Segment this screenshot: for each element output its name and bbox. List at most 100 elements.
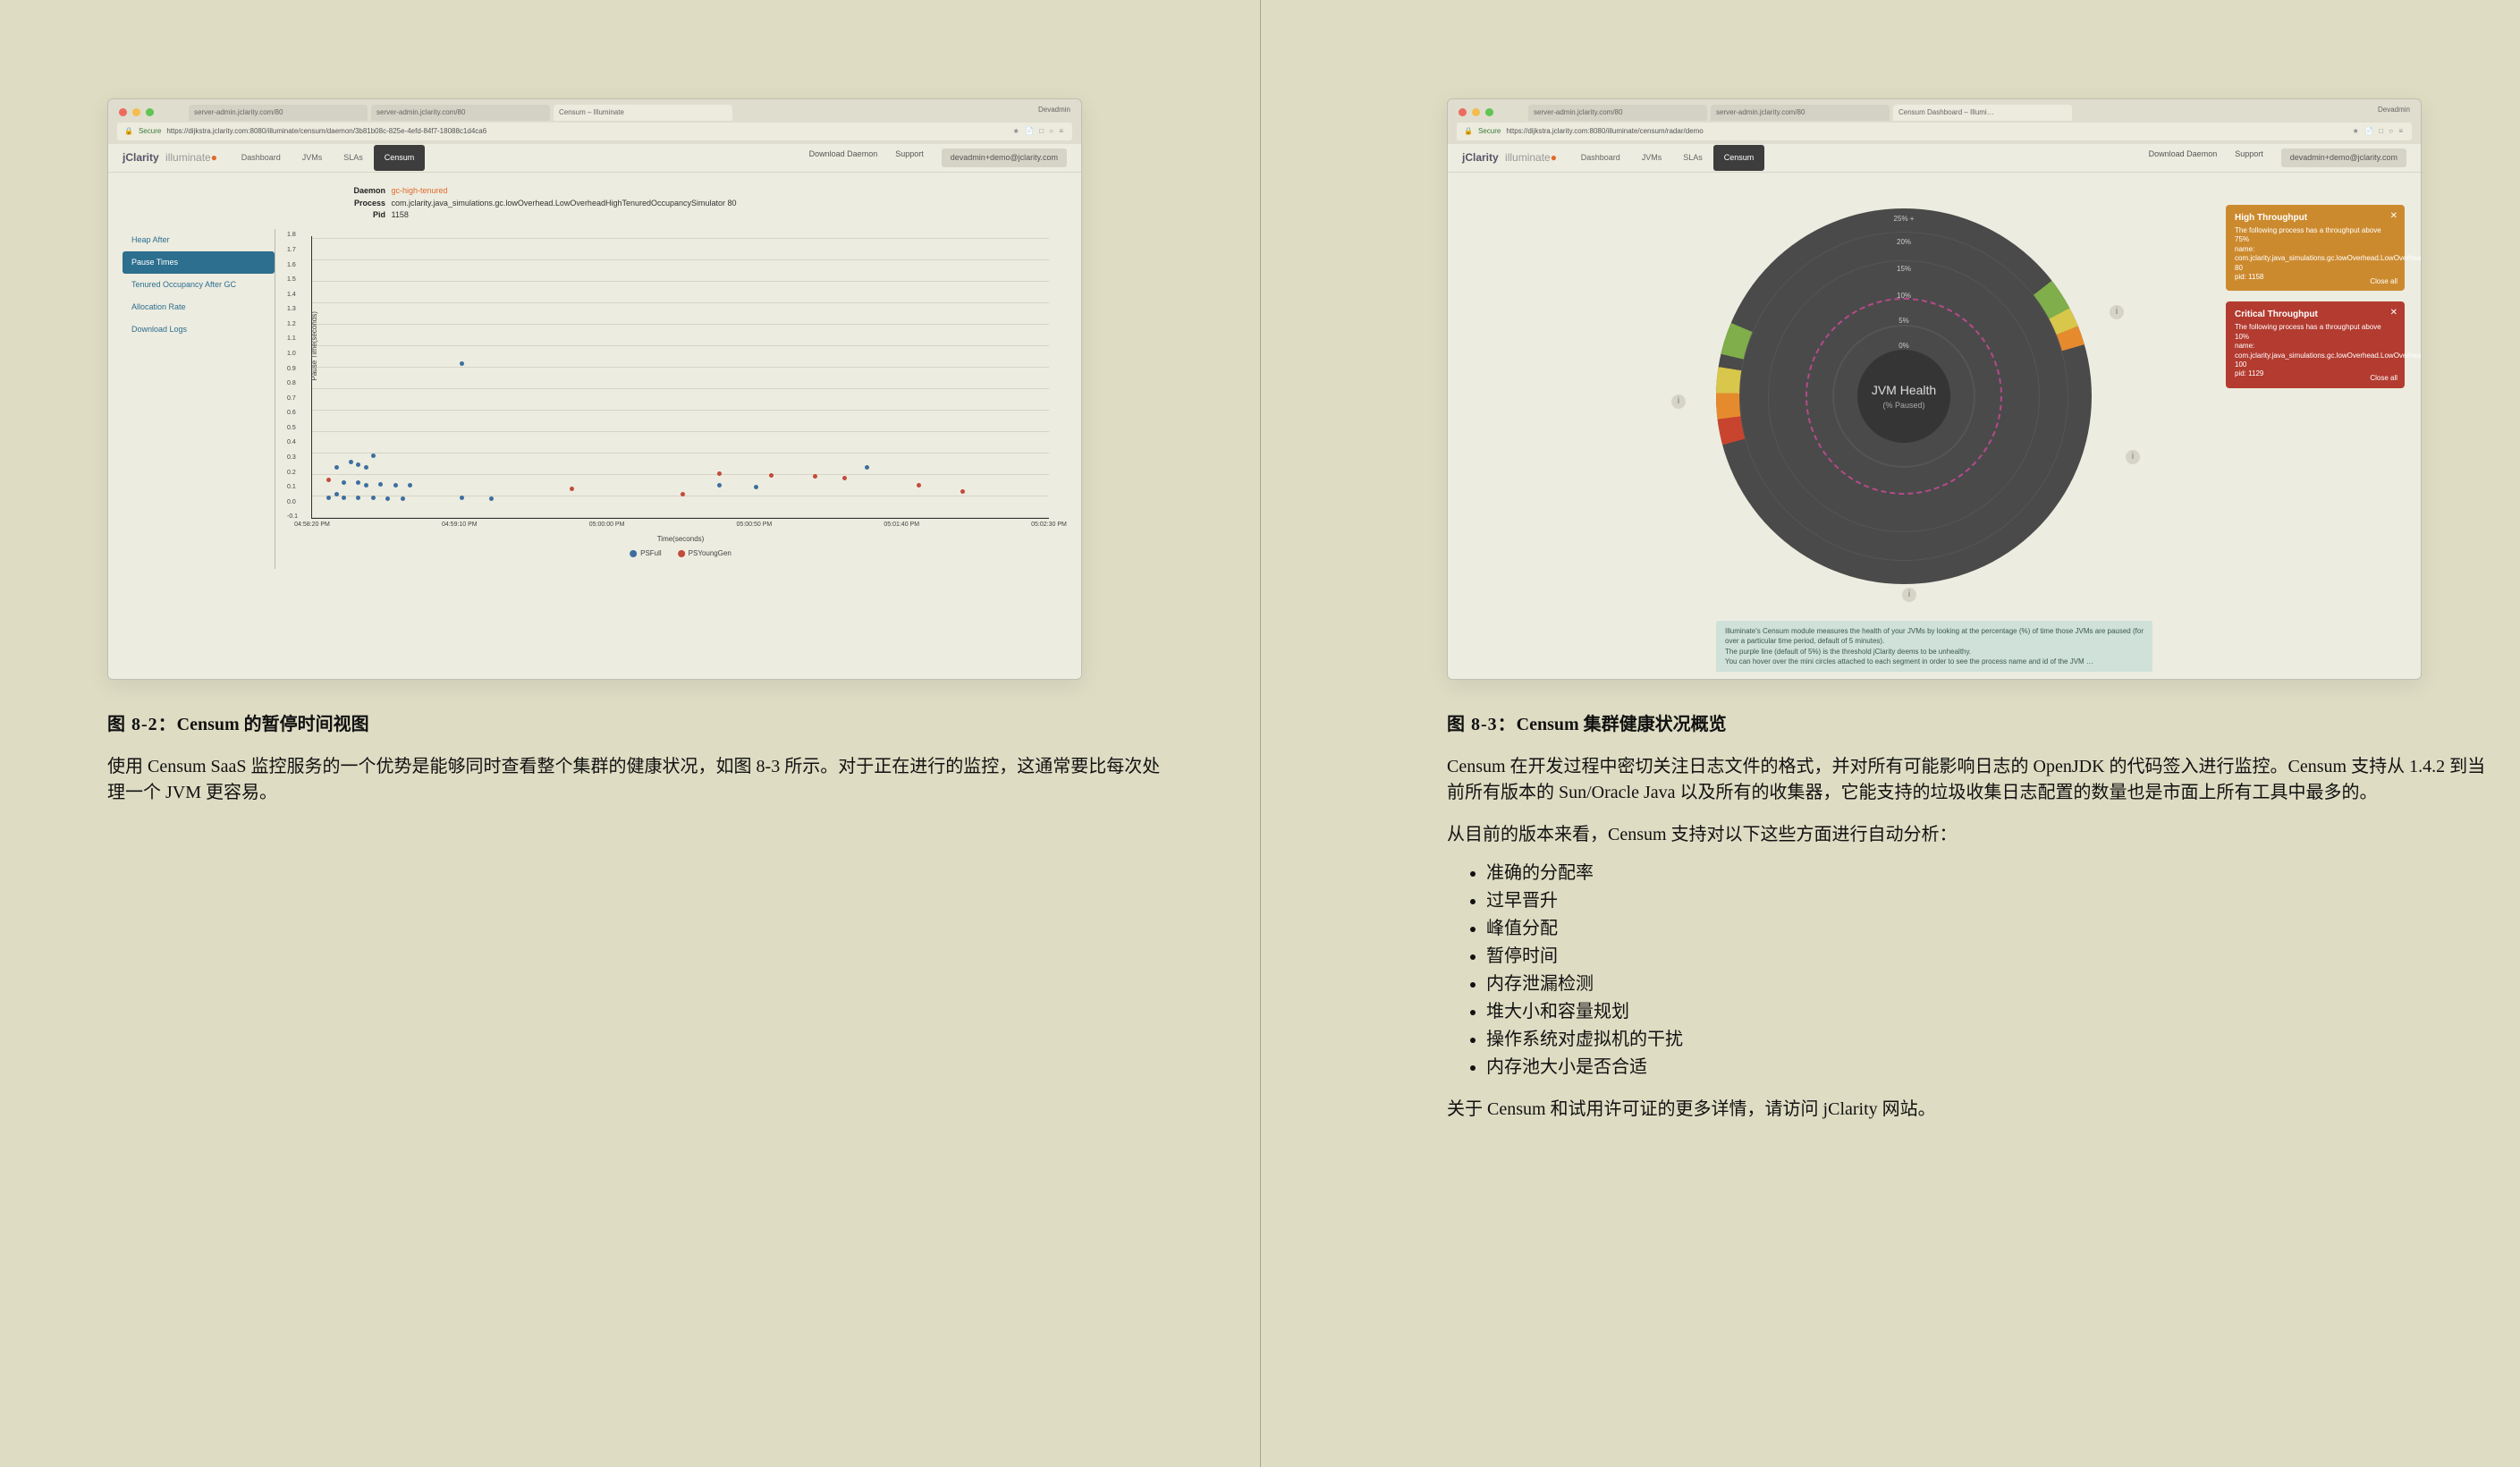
view-sidebar: Heap After Pause Times Tenured Occupancy… — [123, 229, 275, 569]
pct-label: 15% — [1897, 264, 1911, 275]
sidebar-item-heap-after[interactable]: Heap After — [123, 229, 275, 251]
list-item: 峰值分配 — [1486, 916, 2502, 942]
sidebar-item-download-logs[interactable]: Download Logs — [123, 318, 275, 341]
feature-list: 准确的分配率 过早晋升 峰值分配 暂停时间 内存泄漏检测 堆大小和容量规划 操作… — [1486, 861, 2502, 1081]
list-item: 操作系统对虚拟机的干扰 — [1486, 1027, 2502, 1053]
pct-label: 10% — [1897, 291, 1911, 301]
body-paragraph: 使用 Censum SaaS 监控服务的一个优势是能够同时查看整个集群的健康状况… — [107, 754, 1163, 806]
right-column: server-admin.jclarity.com/80 server-admi… — [1447, 0, 2502, 1123]
list-item: 内存池大小是否合适 — [1486, 1055, 2502, 1081]
pct-label: 25% + — [1894, 214, 1915, 225]
tab-censum[interactable]: Censum — [1713, 145, 1765, 171]
tab-slas[interactable]: SLAs — [1672, 145, 1713, 171]
close-icon[interactable]: ✕ — [2390, 210, 2397, 222]
page-divider — [1260, 0, 1261, 1467]
x-axis-label: Time(seconds) — [657, 534, 705, 545]
lock-icon: 🔒 — [1464, 126, 1473, 137]
close-icon[interactable]: ✕ — [2390, 307, 2397, 318]
alert-high-throughput: ✕ High Throughput The following process … — [2226, 205, 2405, 291]
url-text: https://dijkstra.jclarity.com:8080/illum… — [166, 126, 1007, 137]
browser-tabs: server-admin.jclarity.com/80 server-admi… — [1528, 105, 2349, 121]
nav-tabs: Dashboard JVMs SLAs Censum — [1570, 145, 1765, 171]
brand-logo: jClarity illuminate ● — [123, 150, 211, 165]
close-all-link[interactable]: Close all — [2370, 374, 2397, 383]
lock-icon: 🔒 — [124, 126, 133, 137]
left-column: server-admin.jclarity.com/80 server-admi… — [107, 0, 1163, 806]
process-value: com.jclarity.java_simulations.gc.lowOver… — [392, 199, 737, 208]
toolbar-icons: ★ 📄 □ ○ ≡ — [2353, 126, 2405, 137]
window-traffic-lights — [1459, 108, 1493, 116]
screenshot-8-3: server-admin.jclarity.com/80 server-admi… — [1447, 98, 2422, 680]
app-content: jClarity illuminate ● Dashboard JVMs SLA… — [1448, 144, 2421, 679]
list-item: 暂停时间 — [1486, 944, 2502, 970]
browser-tab-active[interactable]: Censum Dashboard – Illumi… — [1893, 105, 2072, 121]
info-panel: Illuminate's Censum module measures the … — [1716, 621, 2152, 672]
url-bar[interactable]: 🔒 Secure https://dijkstra.jclarity.com:8… — [117, 123, 1072, 140]
info-icon[interactable]: i — [1902, 588, 1916, 602]
link-download-daemon[interactable]: Download Daemon — [809, 148, 878, 167]
tab-censum[interactable]: Censum — [374, 145, 426, 171]
tab-jvms[interactable]: JVMs — [1631, 145, 1673, 171]
sidebar-item-alloc-rate[interactable]: Allocation Rate — [123, 296, 275, 318]
secure-label: Secure — [139, 126, 161, 137]
list-item: 内存泄漏检测 — [1486, 971, 2502, 997]
info-icon[interactable]: i — [2110, 305, 2124, 319]
link-support[interactable]: Support — [2235, 148, 2263, 167]
jvm-health-radial: JVM Health (% Paused) 25% + 20% 15% 10% … — [1716, 208, 2092, 584]
screenshot-8-2: server-admin.jclarity.com/80 server-admi… — [107, 98, 1082, 680]
url-text: https://dijkstra.jclarity.com:8080/illum… — [1506, 126, 2347, 137]
radial-hub: JVM Health (% Paused) — [1857, 350, 1950, 443]
tab-slas[interactable]: SLAs — [333, 145, 374, 171]
alert-critical-throughput: ✕ Critical Throughput The following proc… — [2226, 301, 2405, 387]
body-paragraph: 关于 Censum 和试用许可证的更多详情，请访问 jClarity 网站。 — [1447, 1097, 2502, 1123]
app-topbar: jClarity illuminate ● Dashboard JVMs SLA… — [1448, 144, 2421, 173]
user-menu[interactable]: devadmin+demo@jclarity.com — [2281, 148, 2406, 167]
window-traffic-lights — [119, 108, 154, 116]
list-item: 过早晋升 — [1486, 888, 2502, 914]
secure-label: Secure — [1478, 126, 1501, 137]
figure-caption-8-2: 图 8-2：Censum 的暂停时间视图 — [107, 712, 1163, 738]
list-item: 准确的分配率 — [1486, 861, 2502, 886]
daemon-link[interactable]: gc-high-tenured — [392, 186, 448, 195]
pause-time-chart: Pause Time(seconds) Time(seconds) PSFull… — [275, 229, 1067, 569]
app-topbar: jClarity illuminate ● Dashboard JVMs SLA… — [108, 144, 1081, 173]
browser-tab[interactable]: server-admin.jclarity.com/80 — [1711, 105, 1890, 121]
figure-caption-8-3: 图 8-3：Censum 集群健康状况概览 — [1447, 712, 2502, 738]
app-content: jClarity illuminate ● Dashboard JVMs SLA… — [108, 144, 1081, 679]
nav-tabs: Dashboard JVMs SLAs Censum — [231, 145, 426, 171]
close-all-link[interactable]: Close all — [2370, 277, 2397, 286]
body-paragraph: 从目前的版本来看，Censum 支持对以下这些方面进行自动分析： — [1447, 822, 2502, 848]
brand-logo: jClarity illuminate ● — [1462, 150, 1551, 165]
browser-tab-active[interactable]: Censum – Illuminate — [554, 105, 732, 121]
sidebar-item-tenured-occ[interactable]: Tenured Occupancy After GC — [123, 274, 275, 296]
topbar-right: Download Daemon Support devadmin+demo@jc… — [2149, 148, 2406, 167]
info-icon[interactable]: i — [2126, 450, 2140, 464]
pct-label: 0% — [1898, 341, 1909, 352]
link-support[interactable]: Support — [895, 148, 924, 167]
sidebar-item-pause-times[interactable]: Pause Times — [123, 251, 275, 274]
url-bar[interactable]: 🔒 Secure https://dijkstra.jclarity.com:8… — [1457, 123, 2412, 140]
process-meta: Daemon gc-high-tenured Process com.jclar… — [341, 185, 1081, 222]
link-download-daemon[interactable]: Download Daemon — [2149, 148, 2218, 167]
pct-label: 5% — [1898, 316, 1909, 326]
user-menu[interactable]: devadmin+demo@jclarity.com — [942, 148, 1067, 167]
list-item: 堆大小和容量规划 — [1486, 999, 2502, 1025]
tab-dashboard[interactable]: Dashboard — [231, 145, 292, 171]
y-axis-label: Pause Time(seconds) — [309, 311, 320, 380]
browser-tab[interactable]: server-admin.jclarity.com/80 — [1528, 105, 1707, 121]
body-paragraph: Censum 在开发过程中密切关注日志文件的格式，并对所有可能影响日志的 Ope… — [1447, 754, 2502, 806]
tab-dashboard[interactable]: Dashboard — [1570, 145, 1631, 171]
browser-tab[interactable]: server-admin.jclarity.com/80 — [189, 105, 368, 121]
alerts-stack: ✕ High Throughput The following process … — [2226, 205, 2405, 388]
toolbar-icons: ★ 📄 □ ○ ≡ — [1013, 126, 1065, 137]
browser-tabs: server-admin.jclarity.com/80 server-admi… — [189, 105, 1010, 121]
system-menu: Devadmin — [1038, 105, 1070, 115]
chart-legend: PSFull PSYoungGen — [630, 548, 731, 559]
system-menu: Devadmin — [2378, 105, 2410, 115]
pid-value: 1158 — [392, 210, 409, 219]
tab-jvms[interactable]: JVMs — [292, 145, 334, 171]
info-icon[interactable]: i — [1671, 394, 1686, 409]
pct-label: 20% — [1897, 237, 1911, 248]
browser-tab[interactable]: server-admin.jclarity.com/80 — [371, 105, 550, 121]
topbar-right: Download Daemon Support devadmin+demo@jc… — [809, 148, 1067, 167]
